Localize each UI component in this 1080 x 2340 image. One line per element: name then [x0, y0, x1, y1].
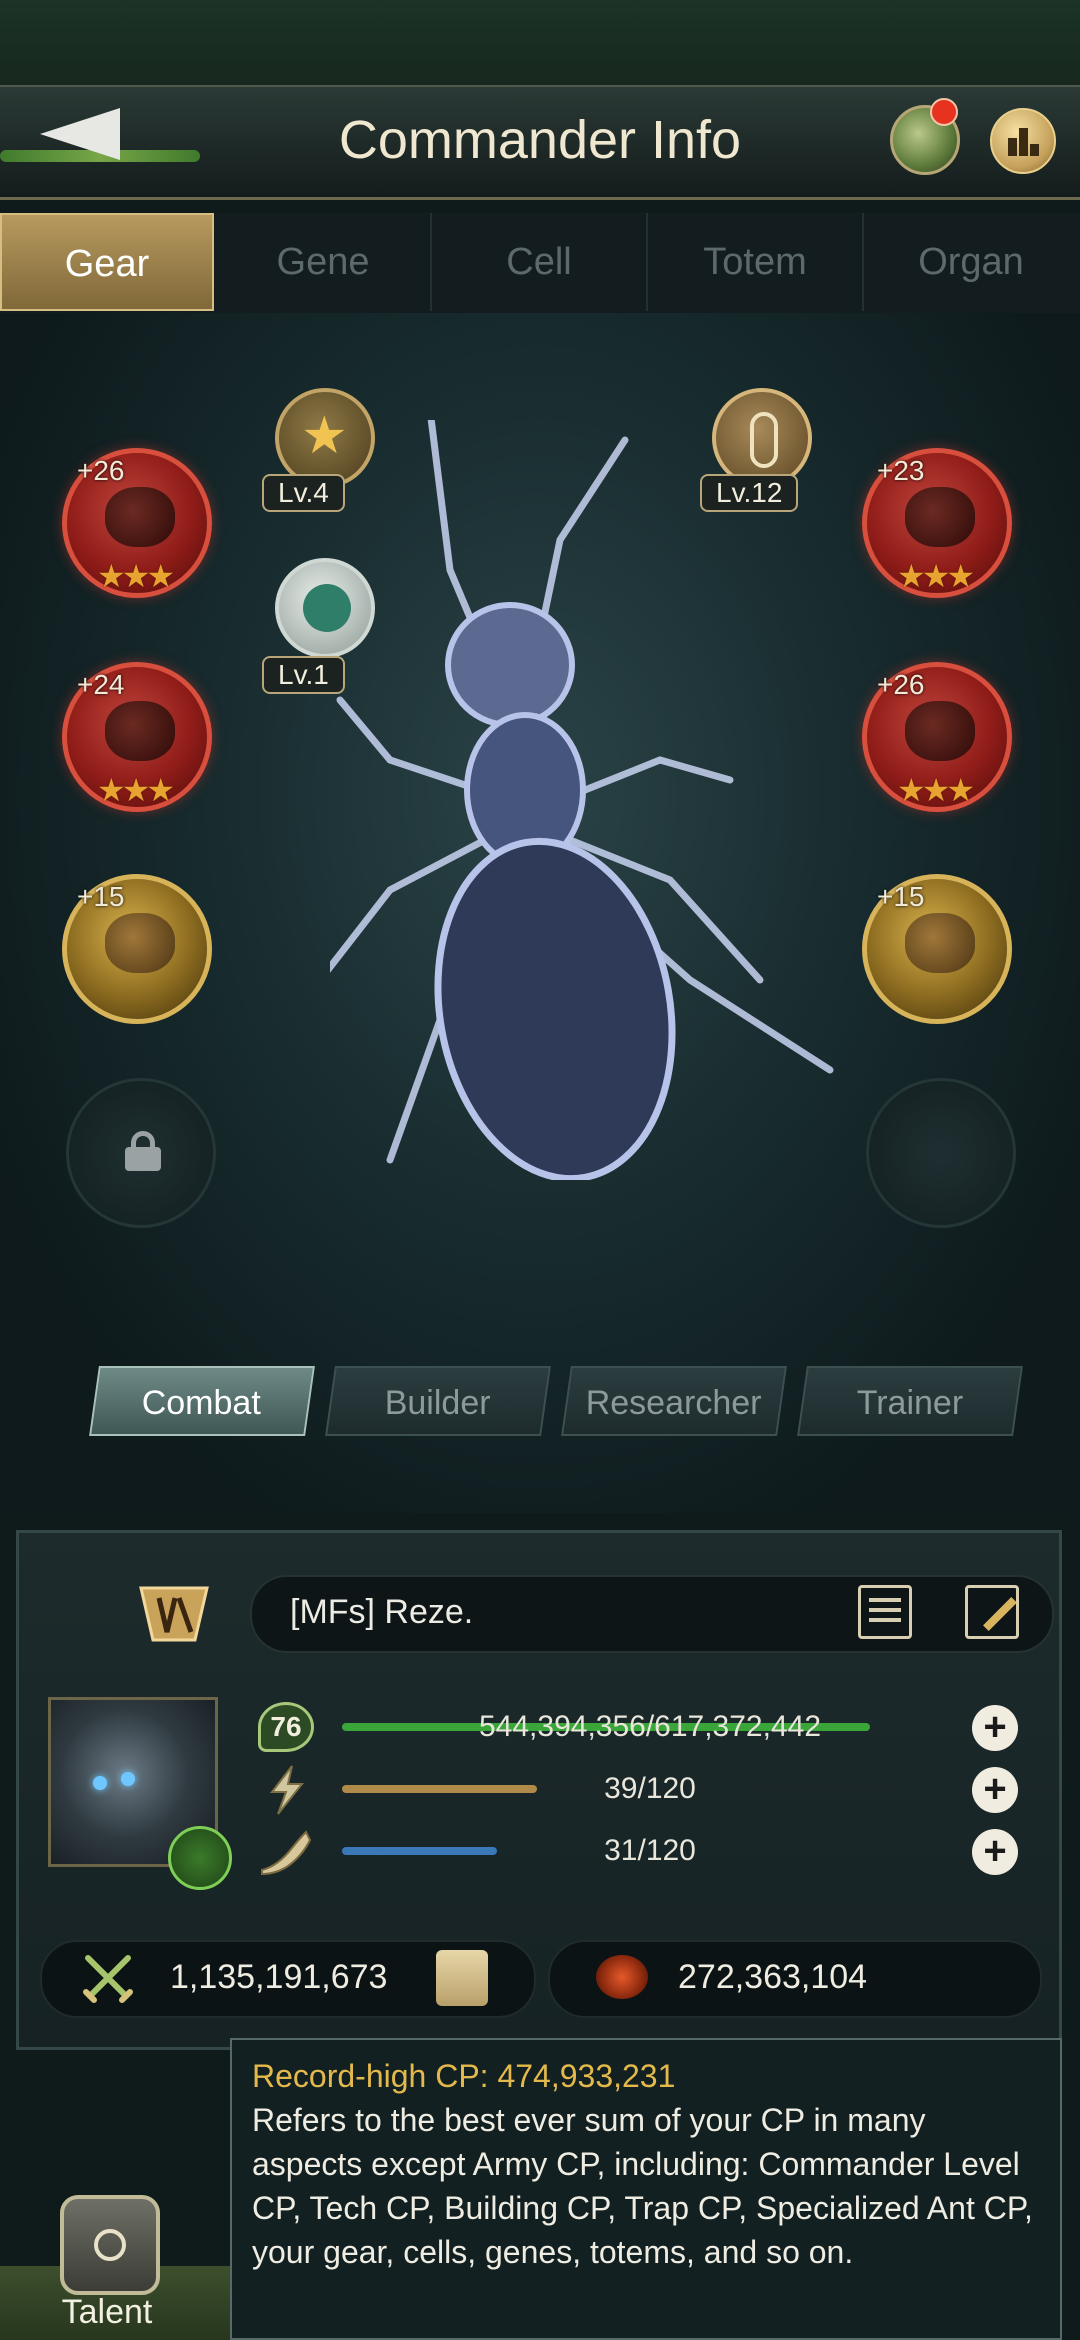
- level-leaf-icon: 76: [258, 1702, 314, 1754]
- gear-item-icon: [905, 913, 975, 973]
- add-exp-button[interactable]: +: [972, 1705, 1018, 1751]
- enhance-level: +15: [877, 881, 925, 912]
- gear-slot-left-2[interactable]: +24 ★★★: [62, 662, 212, 812]
- enhance-level: +24: [77, 669, 125, 700]
- enhance-level: +26: [877, 669, 925, 700]
- tab-cell[interactable]: Cell: [432, 213, 648, 311]
- back-button[interactable]: [0, 90, 200, 190]
- gear-item-icon: [105, 701, 175, 761]
- add-stamina-button[interactable]: +: [972, 1767, 1018, 1813]
- tooltip-title: Record-high CP: 474,933,231: [252, 2058, 676, 2094]
- gear-item-icon: [105, 913, 175, 973]
- commander-name: [MFs] Reze.: [290, 1593, 474, 1631]
- role-tab-trainer[interactable]: Trainer: [797, 1366, 1023, 1436]
- army-cp-value: 272,363,104: [678, 1958, 868, 1996]
- role-tab-label: Trainer: [856, 1384, 963, 1422]
- list-icon[interactable]: [858, 1585, 912, 1639]
- star-rating: ★★★: [897, 772, 975, 808]
- tab-organ[interactable]: Organ: [864, 213, 1078, 311]
- cp-history-scroll-icon[interactable]: [436, 1950, 488, 2006]
- gear-item-icon: [905, 701, 975, 761]
- notification-dot: [930, 98, 958, 126]
- emblem-icon: [303, 584, 351, 632]
- gear-slot-right-2[interactable]: +26 ★★★: [862, 662, 1012, 812]
- role-tab-combat[interactable]: Combat: [89, 1366, 315, 1436]
- gear-slot-empty-right[interactable]: [866, 1078, 1016, 1228]
- medal-level-label: Lv.1: [262, 656, 345, 694]
- horn-bar: 31/120: [330, 1828, 970, 1874]
- talent-icon[interactable]: [60, 2195, 160, 2295]
- gear-slot-locked-left[interactable]: [66, 1078, 216, 1228]
- role-tab-label: Builder: [384, 1384, 491, 1422]
- ant-illustration: [330, 420, 834, 1180]
- medal-level-label: Lv.4: [262, 474, 345, 512]
- add-horn-button[interactable]: +: [972, 1829, 1018, 1875]
- role-tab-researcher[interactable]: Researcher: [561, 1366, 787, 1436]
- tab-gear[interactable]: Gear: [0, 213, 214, 311]
- tab-totem[interactable]: Totem: [648, 213, 864, 311]
- commander-level: 76: [258, 1702, 314, 1752]
- role-tab-builder[interactable]: Builder: [325, 1366, 551, 1436]
- cp-value: 1,135,191,673: [170, 1958, 388, 1996]
- tooltip-body: Refers to the best ever sum of your CP i…: [252, 2102, 1033, 2270]
- gear-item-icon: [105, 487, 175, 547]
- stamina-bolt-icon: [258, 1764, 314, 1816]
- crossed-swords-icon: [83, 1955, 133, 2003]
- star-rating: ★★★: [897, 558, 975, 594]
- record-cp-tooltip: Record-high CP: 474,933,231 Refers to th…: [230, 2038, 1062, 2340]
- enhance-level: +15: [77, 881, 125, 912]
- ant-icon: [750, 412, 778, 468]
- gear-slot-left-3[interactable]: +15: [62, 874, 212, 1024]
- swap-avatar-icon[interactable]: [168, 1826, 232, 1890]
- role-tab-label: Combat: [142, 1384, 262, 1422]
- stamina-bar: 39/120: [330, 1766, 970, 1812]
- lock-icon: [125, 1131, 161, 1171]
- gear-slot-right-1[interactable]: +23 ★★★: [862, 448, 1012, 598]
- tab-gene[interactable]: Gene: [216, 213, 432, 311]
- gear-slot-right-3[interactable]: +15: [862, 874, 1012, 1024]
- enhance-level: +23: [877, 455, 925, 486]
- exp-bar: 544,394,356/617,372,442: [330, 1704, 970, 1750]
- page-title: Commander Info: [338, 110, 742, 170]
- medal-level-label: Lv.12: [700, 474, 799, 512]
- enhance-level: +26: [77, 455, 125, 486]
- talent-label: Talent: [61, 2293, 153, 2331]
- horn-icon: [258, 1826, 314, 1878]
- horn-text: 31/120: [604, 1834, 696, 1867]
- edit-icon[interactable]: [965, 1585, 1019, 1639]
- role-tab-label: Researcher: [585, 1384, 762, 1422]
- back-arrow-icon: [40, 108, 120, 160]
- exp-text: 544,394,356/617,372,442: [479, 1710, 821, 1743]
- tab-bar: Gear Gene Cell Totem Organ: [0, 213, 1080, 315]
- grade-badge-icon: [139, 1586, 209, 1642]
- emblem-medal-icon[interactable]: [275, 558, 375, 658]
- stamina-text: 39/120: [604, 1772, 696, 1805]
- star-icon: ★: [301, 407, 348, 465]
- top-band: [0, 0, 1080, 85]
- ant-medal-icon[interactable]: [712, 388, 812, 488]
- gear-slot-left-1[interactable]: +26 ★★★: [62, 448, 212, 598]
- rank-chart-icon[interactable]: [990, 108, 1056, 174]
- army-ant-icon: [596, 1955, 648, 1999]
- star-medal-icon[interactable]: ★: [275, 388, 375, 488]
- gear-item-icon: [905, 487, 975, 547]
- star-rating: ★★★: [97, 772, 175, 808]
- star-rating: ★★★: [97, 558, 175, 594]
